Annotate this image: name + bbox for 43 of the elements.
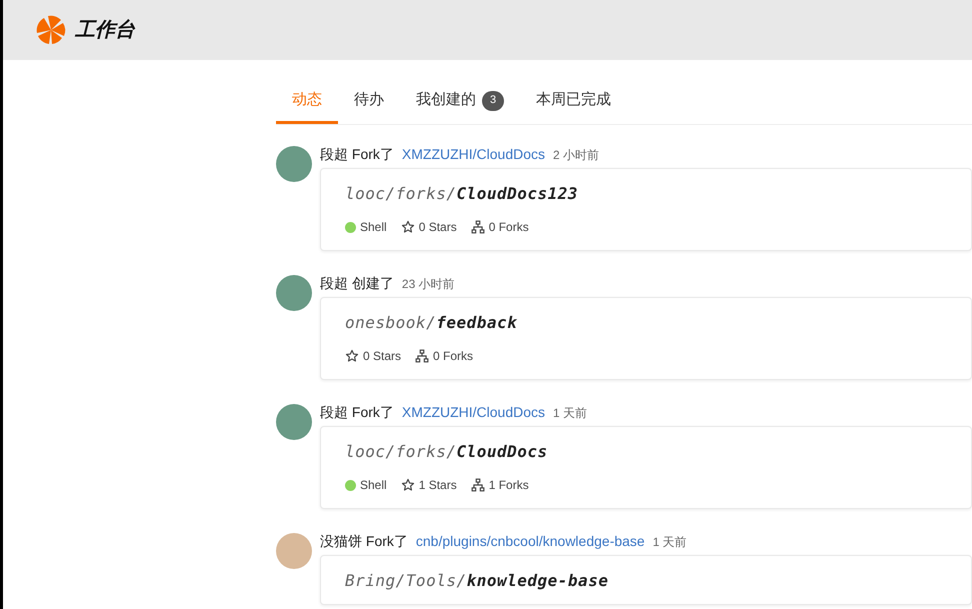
- event-text: 没猫饼 Fork了: [320, 532, 408, 551]
- repo-link[interactable]: cnb/plugins/cnbcool/knowledge-base: [416, 531, 645, 552]
- event-time: 1 天前: [553, 405, 588, 422]
- repo-title: onesbook/feedback: [345, 313, 518, 332]
- event-text: 段超 Fork了: [320, 145, 394, 164]
- repo-title: Bring/Tools/knowledge-base: [345, 571, 610, 590]
- avatar: [276, 146, 312, 182]
- star-icon: [400, 478, 415, 492]
- app-title: 工作台: [75, 18, 135, 43]
- repo-card[interactable]: looc/forks/CloudDocs Shell 1 Stars 1 Forks: [320, 426, 972, 509]
- stars-count: 0 Stars: [363, 348, 402, 365]
- event-text: 段超 创建了: [320, 274, 394, 293]
- repo-card[interactable]: looc/forks/CloudDocs123 Shell 0 Stars 0 Forks: [320, 168, 972, 251]
- tab[interactable]: 本周已完成: [520, 80, 627, 124]
- forks-count: 1 Forks: [488, 477, 529, 494]
- avatar: [276, 533, 312, 569]
- language-label: Shell: [360, 219, 387, 236]
- repo-title: looc/forks/CloudDocs123: [345, 184, 580, 203]
- hierarchy-icon: [470, 478, 485, 492]
- hierarchy-icon: [415, 349, 430, 363]
- forks-count: 0 Forks: [488, 219, 529, 236]
- stars-count: 0 Stars: [418, 219, 457, 236]
- event-time: 2 小时前: [553, 147, 600, 164]
- event-time: 23 小时前: [402, 276, 455, 293]
- forks-count: 0 Forks: [433, 348, 474, 365]
- repo-card[interactable]: onesbook/feedback 0 Stars 0 Forks: [320, 297, 972, 380]
- repo-link[interactable]: XMZZUZHI/CloudDocs: [402, 144, 546, 165]
- stars-count: 1 Stars: [418, 477, 457, 494]
- star-icon: [345, 349, 359, 363]
- hierarchy-icon: [470, 220, 485, 234]
- event-text: 段超 Fork了: [320, 403, 394, 422]
- tab[interactable]: 我创建的 3: [400, 80, 520, 124]
- language-label: Shell: [360, 477, 387, 494]
- tab[interactable]: 待办: [338, 80, 400, 124]
- avatar: [276, 404, 312, 440]
- avatar: [276, 275, 312, 311]
- star-icon: [400, 220, 415, 234]
- repo-card[interactable]: Bring/Tools/knowledge-base: [320, 555, 972, 605]
- event-time: 1 天前: [652, 534, 687, 551]
- repo-link[interactable]: XMZZUZHI/CloudDocs: [402, 402, 546, 423]
- repo-title: looc/forks/CloudDocs: [345, 442, 549, 461]
- logo-icon: [35, 14, 67, 46]
- count-badge: 3: [482, 90, 504, 110]
